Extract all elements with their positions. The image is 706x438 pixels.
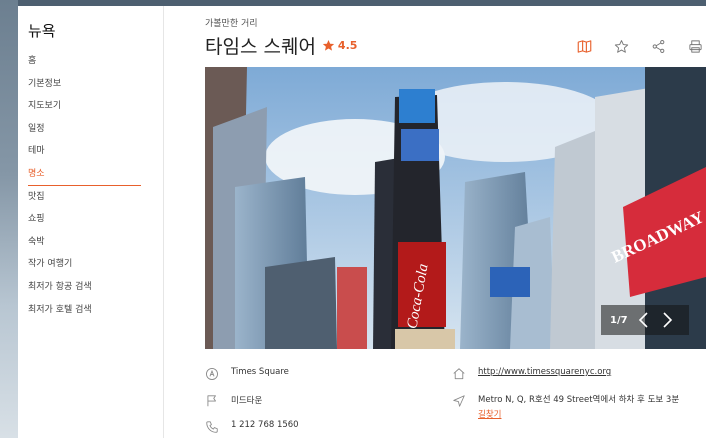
sidebar-item-6[interactable]: 맛집 [28,186,141,209]
city-title: 뉴욕 [28,22,56,40]
info-website: http://www.timessquarenyc.org [452,367,611,381]
area-name: 미드타운 [231,396,263,406]
share-icon[interactable] [651,39,666,54]
favorite-star-icon[interactable] [614,39,629,54]
rating-value: 4.5 [337,38,358,52]
sidebar-item-4[interactable]: 테마 [28,140,141,163]
rating-star-icon [322,39,335,51]
sidebar: 뉴욕 홈 기본정보 지도보기 일정 테마 명소 맛집 쇼핑 숙박 작가 여행기 최저가 항공 검색 최… [18,6,164,438]
sidebar-item-2[interactable]: 지도보기 [28,95,141,118]
directions-text: Metro N, Q, R호선 49 Street역에서 하차 후 도보 3분 [478,395,680,405]
directions-block: Metro N, Q, R호선 49 Street역에서 하차 후 도보 3분 … [478,394,684,421]
map-icon[interactable] [577,39,592,54]
category-label: 가볼만한 거리 [205,19,258,29]
info-name: Times Square [205,367,289,381]
sidebar-item-8[interactable]: 숙박 [28,231,141,254]
sidebar-item-10[interactable]: 최저가 항공 검색 [28,276,141,299]
toolbar [577,39,703,54]
website-link[interactable]: http://www.timessquarenyc.org [478,367,611,377]
sidebar-item-1[interactable]: 기본정보 [28,73,141,96]
prev-arrow-icon[interactable] [637,311,651,329]
phone-icon [206,421,218,433]
directions-link[interactable]: 길찾기 [478,409,684,421]
info-directions: Metro N, Q, R호선 49 Street역에서 하차 후 도보 3분 … [452,394,692,421]
photo-gallery[interactable]: Coca-Cola BROADWAY 1/7 [205,67,706,349]
sidebar-item-9[interactable]: 작가 여행기 [28,253,141,276]
background-photo-strip [0,0,18,438]
navigation-arrow-icon [453,395,465,407]
info-area: 미드타운 [205,394,262,408]
sidebar-item-0[interactable]: 홈 [28,50,141,73]
sidebar-menu: 홈 기본정보 지도보기 일정 테마 명소 맛집 쇼핑 숙박 작가 여행기 최저가 항공 검색 최저가 … [28,50,141,321]
print-icon[interactable] [688,39,703,54]
gallery-counter: 1/7 [601,305,689,335]
sidebar-item-7[interactable]: 쇼핑 [28,208,141,231]
image-counter: 1/7 [610,314,628,326]
sidebar-item-11[interactable]: 최저가 호텔 검색 [28,299,141,322]
home-icon [453,368,465,380]
title-row: 타임스 스퀘어 4.5 [205,32,357,58]
next-arrow-icon[interactable] [660,311,674,329]
page-title: 타임스 스퀘어 [205,35,316,58]
flag-icon [207,395,216,407]
sidebar-item-5[interactable]: 명소 [28,163,141,186]
info-phone: 1 212 768 1560 [205,420,299,434]
sidebar-item-3[interactable]: 일정 [28,118,141,141]
place-icon [206,368,218,380]
place-name: Times Square [231,367,289,377]
content-panel: 뉴욕 홈 기본정보 지도보기 일정 테마 명소 맛집 쇼핑 숙박 작가 여행기 최저가 항공 검색 최… [18,6,706,438]
phone-number: 1 212 768 1560 [231,420,299,430]
